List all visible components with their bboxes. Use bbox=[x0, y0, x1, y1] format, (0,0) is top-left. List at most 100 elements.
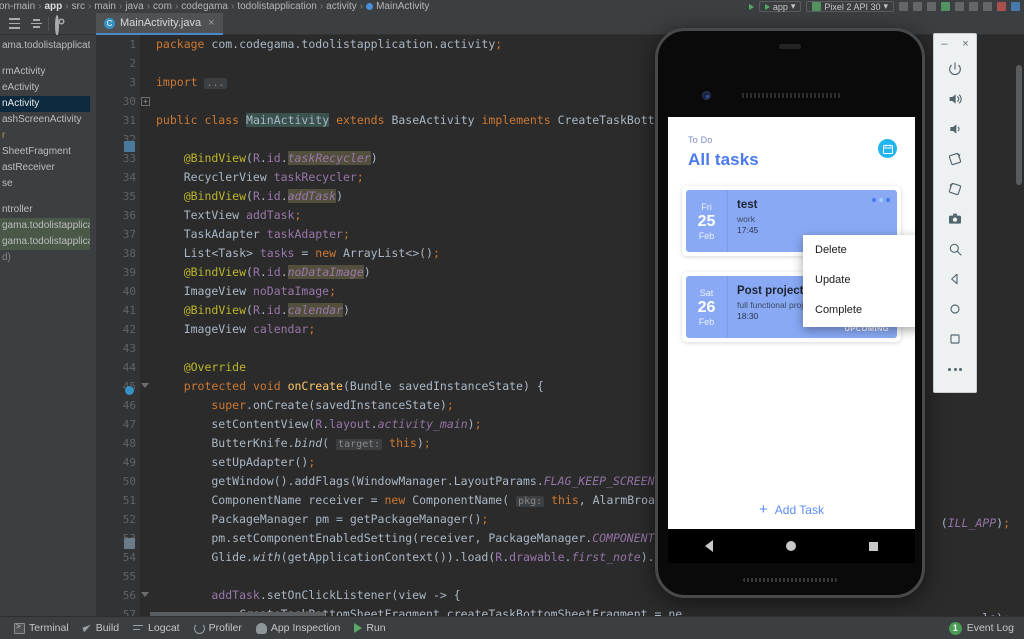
line-number: 30 bbox=[122, 95, 136, 108]
context-menu-item[interactable]: Complete bbox=[803, 295, 915, 325]
status-label: Logcat bbox=[148, 622, 180, 634]
status-bar-app-inspection[interactable]: App Inspection bbox=[255, 622, 340, 634]
rotate-left-icon[interactable] bbox=[933, 144, 977, 174]
back-icon[interactable] bbox=[704, 540, 713, 552]
android-nav-bar[interactable] bbox=[668, 529, 915, 563]
overview-icon[interactable] bbox=[933, 324, 977, 354]
line-number-gutter[interactable]: 1233031323334353637383940414243444546474… bbox=[96, 35, 140, 616]
collapse-all-icon[interactable] bbox=[8, 17, 22, 31]
event-log-button[interactable]: 1 Event Log bbox=[948, 621, 1014, 635]
layout-inspector-icon[interactable] bbox=[983, 2, 992, 11]
status-bar-run[interactable]: Run bbox=[354, 622, 386, 634]
device-file-explorer-icon[interactable] bbox=[1011, 2, 1020, 11]
project-tree-item[interactable]: d) bbox=[0, 250, 90, 266]
stop-icon[interactable] bbox=[997, 2, 1006, 11]
project-tree-item[interactable]: ama.todolistapplicat bbox=[0, 38, 90, 54]
image-preview-gutter-icon[interactable] bbox=[124, 538, 135, 549]
breadcrumb-item[interactable]: activity bbox=[326, 1, 357, 12]
more-icon[interactable] bbox=[933, 354, 977, 384]
volume-up-icon[interactable] bbox=[933, 84, 977, 114]
project-tree-item[interactable]: rmActivity bbox=[0, 64, 90, 80]
project-tool-window[interactable]: ama.todolistapplicat rmActivity eActivity n… bbox=[0, 35, 90, 616]
rotate-right-icon[interactable] bbox=[933, 174, 977, 204]
context-menu-item[interactable]: Delete bbox=[803, 235, 915, 265]
close-button[interactable]: × bbox=[962, 39, 968, 50]
app-eyebrow: To Do bbox=[688, 135, 713, 145]
task-overflow-menu-icon[interactable] bbox=[872, 198, 890, 202]
event-log-badge: 1 bbox=[948, 621, 962, 635]
breadcrumb-item[interactable]: src bbox=[72, 1, 85, 12]
breadcrumb-item[interactable]: app bbox=[44, 1, 62, 12]
task-context-menu[interactable]: Delete Update Complete bbox=[803, 235, 915, 327]
sync-icon[interactable] bbox=[927, 2, 936, 11]
project-tree-item[interactable]: ntroller bbox=[0, 202, 90, 218]
scrollbar-thumb[interactable] bbox=[1016, 65, 1022, 185]
line-number: 54 bbox=[122, 551, 136, 564]
avd-manager-icon[interactable] bbox=[941, 2, 950, 11]
minimize-button[interactable]: – bbox=[941, 39, 947, 50]
project-tree-item[interactable]: astReceiver bbox=[0, 160, 90, 176]
phone-frame: To Do All tasks Fri 25 Feb test work 17:45 Sat… bbox=[655, 28, 925, 598]
tab-mainactivity-java[interactable]: C MainActivity.java × bbox=[96, 13, 223, 35]
hide-panel-icon[interactable] bbox=[76, 17, 90, 31]
editor-scrollbar[interactable] bbox=[1014, 35, 1024, 616]
project-tree-item[interactable]: nActivity bbox=[0, 96, 90, 112]
home-icon[interactable] bbox=[785, 541, 796, 551]
breadcrumb-item[interactable]: main bbox=[94, 1, 116, 12]
build-icon[interactable] bbox=[899, 2, 908, 11]
run-configuration-selector[interactable]: app ▾ bbox=[758, 1, 802, 12]
breadcrumb-item[interactable]: MainActivity bbox=[376, 1, 429, 12]
fold-import-icon[interactable]: + bbox=[141, 97, 150, 106]
overview-icon[interactable] bbox=[869, 541, 879, 551]
project-tree[interactable]: ama.todolistapplicat rmActivity eActivity n… bbox=[0, 35, 90, 266]
breakpoint-icon[interactable] bbox=[125, 386, 134, 395]
search-icon[interactable] bbox=[913, 2, 922, 11]
fold-oncreate-icon[interactable] bbox=[141, 383, 149, 388]
breadcrumb-item[interactable]: com bbox=[153, 1, 172, 12]
status-bar-logcat[interactable]: Logcat bbox=[133, 622, 180, 634]
fold-addtask-icon[interactable] bbox=[141, 592, 149, 597]
status-bar-profiler[interactable]: Profiler bbox=[193, 622, 242, 634]
project-tree-item[interactable]: ashScreenActivity bbox=[0, 112, 90, 128]
profiler-icon-top[interactable] bbox=[969, 2, 978, 11]
close-icon[interactable]: × bbox=[208, 17, 214, 29]
sdk-manager-icon[interactable] bbox=[955, 2, 964, 11]
gear-icon[interactable] bbox=[55, 15, 69, 36]
context-menu-item[interactable]: Update bbox=[803, 265, 915, 295]
expand-all-icon[interactable] bbox=[30, 17, 44, 31]
code-folding-column[interactable]: + bbox=[140, 35, 152, 616]
project-tree-item[interactable]: eActivity bbox=[0, 80, 90, 96]
calendar-icon[interactable] bbox=[878, 139, 897, 158]
emulator-window[interactable]: To Do All tasks Fri 25 Feb test work 17:45 Sat… bbox=[655, 28, 977, 598]
project-tree-item[interactable]: r bbox=[0, 128, 90, 144]
add-task-button[interactable]: + Add Task bbox=[668, 502, 915, 517]
breadcrumb-separator: › bbox=[146, 1, 151, 12]
breadcrumb-item[interactable]: todolistapplication bbox=[237, 1, 317, 12]
back-icon[interactable] bbox=[933, 264, 977, 294]
breadcrumb-item[interactable]: codegama bbox=[181, 1, 228, 12]
breadcrumb-item[interactable]: java bbox=[125, 1, 143, 12]
breadcrumb-separator: › bbox=[65, 1, 69, 12]
run-icon bbox=[354, 623, 363, 633]
breadcrumb-item[interactable]: tion-main bbox=[0, 1, 35, 12]
screenshot-icon[interactable] bbox=[933, 204, 977, 234]
home-icon[interactable] bbox=[933, 294, 977, 324]
device-selector[interactable]: Pixel 2 API 30 ▾ bbox=[806, 1, 894, 12]
line-number: 55 bbox=[122, 570, 136, 583]
horizontal-scrollbar[interactable] bbox=[150, 612, 325, 616]
emulator-toolbar[interactable]: – × bbox=[933, 33, 977, 393]
volume-down-icon[interactable] bbox=[933, 114, 977, 144]
zoom-icon[interactable] bbox=[933, 234, 977, 264]
status-bar-build[interactable]: Build bbox=[82, 622, 119, 634]
run-arrow-icon[interactable] bbox=[748, 3, 754, 10]
project-tree-item[interactable]: SheetFragment bbox=[0, 144, 90, 160]
status-bar-terminal[interactable]: Terminal bbox=[14, 622, 69, 634]
project-tree-item[interactable]: se bbox=[0, 176, 90, 192]
emulator-screen[interactable]: To Do All tasks Fri 25 Feb test work 17:45 Sat… bbox=[668, 117, 915, 529]
power-icon[interactable] bbox=[933, 54, 977, 84]
class-gutter-icon[interactable] bbox=[124, 141, 135, 152]
breadcrumb[interactable]: tion-main›app›src›main›java›com›codegama… bbox=[0, 1, 429, 12]
line-number: 48 bbox=[122, 437, 136, 450]
project-tree-item[interactable]: gama.todolistapplicat bbox=[0, 234, 90, 250]
project-tree-item[interactable]: gama.todolistapplicat bbox=[0, 218, 90, 234]
